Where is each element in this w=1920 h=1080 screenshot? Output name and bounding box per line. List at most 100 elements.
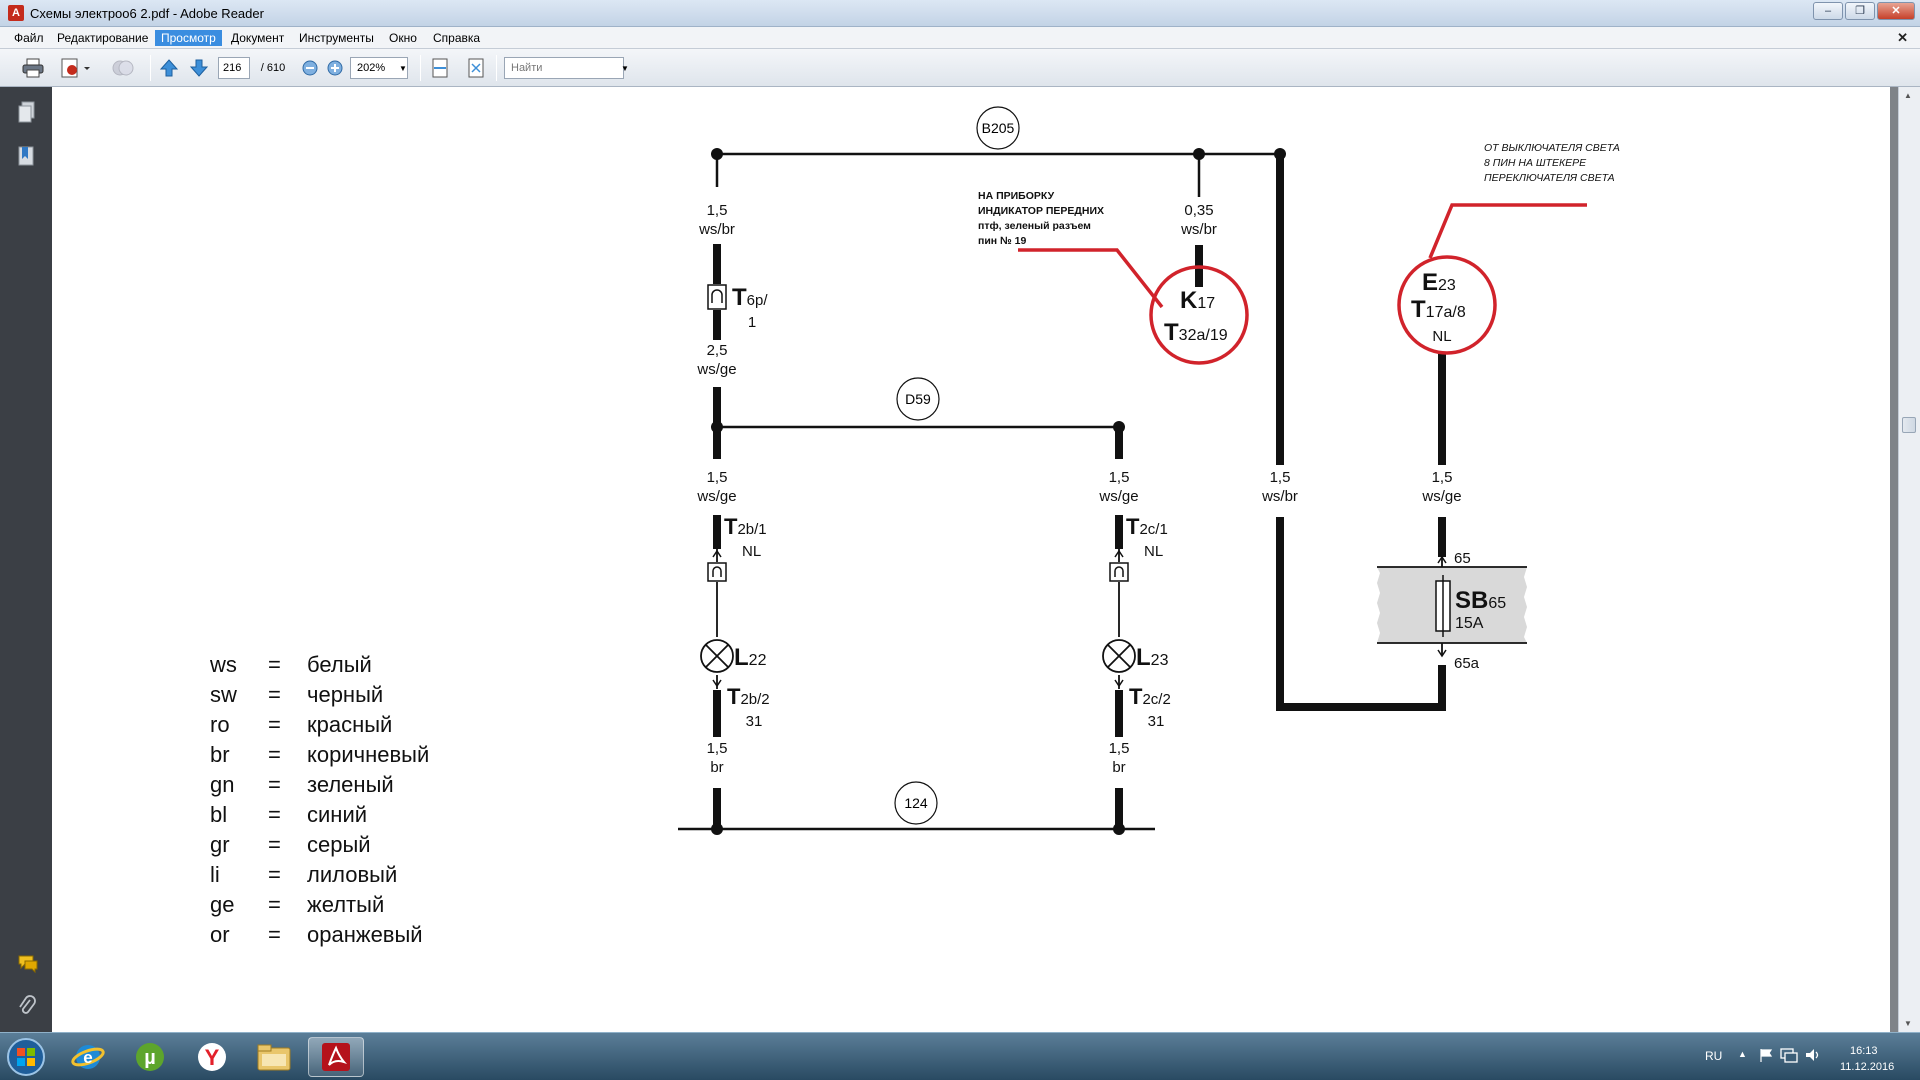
search-input[interactable]: Найти [504, 57, 624, 79]
svg-text:L22: L22 [734, 644, 767, 671]
legend-eq: = [268, 682, 281, 707]
wire-spec-size: 1,5 [1432, 469, 1453, 486]
utorrent-icon[interactable]: µ [122, 1037, 178, 1077]
legend-code: bl [210, 802, 227, 827]
connector-t2c1-sub: 2c/1 [1139, 521, 1167, 538]
legend-row: gr = серый [210, 832, 371, 857]
legend-row: li = лиловый [210, 862, 397, 887]
toolbar-separator [420, 55, 421, 81]
clock-time[interactable]: 16:13 [1850, 1045, 1878, 1057]
legend-eq: = [268, 832, 281, 857]
legend-name: черный [307, 682, 383, 707]
legend-eq: = [268, 772, 281, 797]
scroll-up-icon[interactable]: ▲ [1904, 91, 1912, 100]
previous-page-icon[interactable] [158, 57, 180, 79]
fuse-sb65-sub: 65 [1488, 595, 1506, 612]
tray-expand-icon[interactable]: ▲ [1738, 1049, 1747, 1059]
e23-pin: NL [1432, 328, 1451, 345]
lamp-l22-icon [700, 639, 734, 673]
scroll-thumb[interactable] [1902, 417, 1916, 433]
next-page-icon[interactable] [188, 57, 210, 79]
menu-document[interactable]: Документ [225, 30, 290, 46]
legend-name: синий [307, 802, 367, 827]
network-icon[interactable] [1780, 1047, 1798, 1068]
comments-panel-icon[interactable] [17, 953, 38, 977]
fuse-pin-in: 65 [1454, 550, 1471, 567]
bus-b205-label: B205 [982, 120, 1015, 136]
zoom-in-icon[interactable] [325, 57, 345, 79]
legend-name: коричневый [307, 742, 429, 767]
legend-eq: = [268, 862, 281, 887]
color-legend: ws = белый sw = черный ro = красный br = коричневый… [209, 652, 429, 947]
zoom-out-icon[interactable] [300, 57, 320, 79]
close-button[interactable]: ✕ [1877, 2, 1915, 20]
yandex-browser-icon[interactable]: Y [184, 1037, 240, 1077]
note-e23-line: ПЕРЕКЛЮЧАТЕЛЯ СВЕТА [1484, 172, 1615, 184]
adobe-reader-task-icon[interactable] [308, 1037, 364, 1077]
fit-page-icon[interactable] [464, 57, 488, 79]
menu-view[interactable]: Просмотр [155, 30, 222, 46]
legend-code: br [210, 742, 230, 767]
lamp-l22-sub: 22 [749, 652, 767, 669]
pages-panel-icon[interactable] [17, 101, 37, 125]
volume-icon[interactable] [1804, 1047, 1822, 1068]
svg-text:T2c/2: T2c/2 [1129, 684, 1171, 709]
wire-spec-color: ws/ge [1098, 488, 1138, 505]
wire-spec-size: 2,5 [707, 342, 728, 359]
legend-row: bl = синий [210, 802, 367, 827]
vertical-scrollbar[interactable]: ▲ ▼ [1898, 87, 1920, 1032]
fuse-rating: 15A [1455, 615, 1484, 632]
clock-date[interactable]: 11.12.2016 [1840, 1061, 1894, 1073]
menu-file[interactable]: Файл [8, 30, 50, 46]
toolbar: 216 / 610 202% ▼ Найти ▼ [0, 49, 1920, 87]
start-button[interactable] [0, 1037, 52, 1077]
e23-connector-label: T [1411, 296, 1426, 323]
wire-spec-color: br [1112, 759, 1125, 776]
wire-spec-size: 1,5 [1109, 740, 1130, 757]
bookmarks-panel-icon[interactable] [17, 145, 37, 169]
collaborate-icon[interactable] [110, 57, 136, 79]
note-e23-line: 8 ПИН НА ШТЕКЕРЕ [1484, 157, 1587, 169]
fit-width-icon[interactable] [428, 57, 452, 79]
maximize-button[interactable]: ❐ [1845, 2, 1875, 20]
svg-text:E23: E23 [1422, 269, 1456, 296]
language-indicator[interactable]: RU [1705, 1049, 1722, 1063]
menu-help[interactable]: Справка [427, 30, 486, 46]
wire-spec-size: 0,35 [1184, 202, 1213, 219]
wire-spec-size: 1,5 [707, 740, 728, 757]
document-viewport[interactable]: B205 D59 124 1,5 ws/br 2,5 ws/ge 1,5 ws/… [52, 87, 1898, 1032]
wire-spec-size: 1,5 [1109, 469, 1130, 486]
search-chevron-down-icon[interactable]: ▼ [618, 57, 632, 79]
attachments-paperclip-icon[interactable] [17, 995, 37, 1019]
file-explorer-icon[interactable] [246, 1037, 302, 1077]
connector-t2c2-pin: 31 [1148, 713, 1165, 730]
action-center-flag-icon[interactable] [1758, 1047, 1774, 1068]
connector-t6p-label: T [732, 284, 747, 311]
document-close-icon[interactable]: ✕ [1897, 30, 1908, 46]
internet-explorer-icon[interactable]: e [60, 1037, 116, 1077]
page-number-input[interactable]: 216 [218, 57, 250, 79]
create-pdf-icon[interactable] [58, 57, 94, 79]
menu-edit[interactable]: Редактирование [51, 30, 154, 46]
legend-row: gn = зеленый [210, 772, 394, 797]
zoom-chevron-down-icon[interactable]: ▼ [396, 57, 410, 79]
print-icon[interactable] [20, 57, 46, 79]
lamp-l22-label: L [734, 644, 749, 671]
legend-eq: = [268, 922, 281, 947]
menu-window[interactable]: Окно [383, 30, 423, 46]
window-title: Схемы электроо6 2.pdf - Adobe Reader [30, 6, 264, 21]
scroll-down-icon[interactable]: ▼ [1904, 1019, 1912, 1028]
svg-text:K17: K17 [1180, 287, 1215, 314]
legend-code: or [210, 922, 230, 947]
svg-text:T6p/: T6p/ [732, 284, 768, 311]
toolbar-separator [496, 55, 497, 81]
navigation-pane [0, 87, 52, 1032]
legend-row: or = оранжевый [210, 922, 423, 947]
menu-tools[interactable]: Инструменты [293, 30, 380, 46]
wire-spec-size: 1,5 [1270, 469, 1291, 486]
legend-code: gn [210, 772, 234, 797]
connector-t2b1-pin: NL [742, 543, 761, 560]
minimize-button[interactable]: ‒ [1813, 2, 1843, 20]
legend-row: ws = белый [209, 652, 372, 677]
k17-label: K [1180, 287, 1198, 314]
